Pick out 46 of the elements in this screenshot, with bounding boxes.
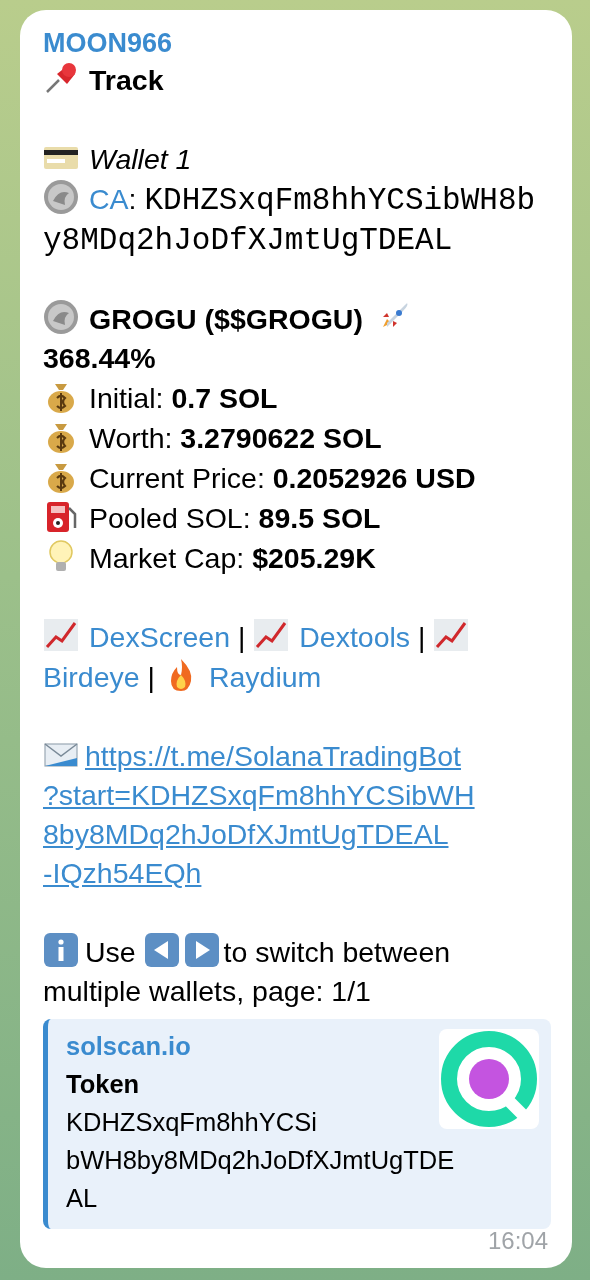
stat-value: $205.29K [252,542,376,574]
coin-icon [43,299,79,335]
contract-address: KDHZSxqFm8hhYCSibWH8b [144,183,536,218]
link[interactable]: Raydium [208,661,322,693]
label-colon: : [128,183,138,215]
stat-value: 89.5 SOL [258,502,381,534]
chart-increasing-icon [433,617,470,653]
link-separator: | [418,621,426,653]
preview-site: solscan.io [66,1031,192,1062]
bot-link[interactable]: -IQzh54EQh [43,857,202,889]
chart-increasing-icon [253,617,290,653]
link-separator: | [237,621,246,653]
stat-value: 0.2052926 USD [272,462,476,494]
contract-label[interactable]: CA [89,183,129,215]
preview-description: bWH8by8MDq2hJoDfXJmtUgTDE [66,1145,456,1176]
stat-label: Pooled SOL: [89,502,252,534]
note-text: to switch between [223,936,451,968]
stat-label: Worth: [89,422,174,454]
link[interactable]: Dextools [299,621,411,653]
chart-increasing-icon [43,617,79,653]
stat-label: Current Price: [89,462,266,494]
link[interactable]: DexScreen [89,621,230,653]
bot-link[interactable]: https://t.me/SolanaTradingBot [85,740,461,772]
preview-description: AL [66,1183,99,1214]
message-title: Track [89,64,164,96]
message-time: 16:04 [487,1226,548,1256]
token-name: GROGU ($$GROGU) [89,303,363,335]
wallet-name: Wallet 1 [89,143,192,175]
info-icon [43,932,79,968]
stat-value: 3.2790622 SOL [180,422,382,454]
contract-address: y8MDq2hJoDfXJmtUgTDEAL [43,223,453,258]
link-preview-card[interactable]: solscan.io Token KDHZSxqFm8hhYCSi bWH8by8MDq2hJoDfXJmtUgTDE AL [43,1019,551,1229]
stat-label: Initial: [89,382,165,414]
note-text: multiple wallets, page: 1/1 [43,975,371,1007]
sender-name: MOON966 [43,27,174,60]
bot-link[interactable]: 8by8MDq2hJoDfXJmtUgTDEAL [43,818,449,850]
profit-percentage: 368.44% [43,341,157,376]
coin-icon [43,179,79,215]
link-separator: | [147,661,155,693]
stat-value: 0.7 SOL [171,382,278,414]
preview-title: Token [66,1069,141,1100]
note-text: Use [85,936,136,968]
preview-description: KDHZSxqFm8hhYCSi [66,1107,318,1138]
link[interactable]: Birdeye [43,661,140,693]
bot-link[interactable]: ?start=KDHZSxqFm8hhYCSibWH [43,779,475,811]
stat-label: Market Cap: [89,542,246,574]
